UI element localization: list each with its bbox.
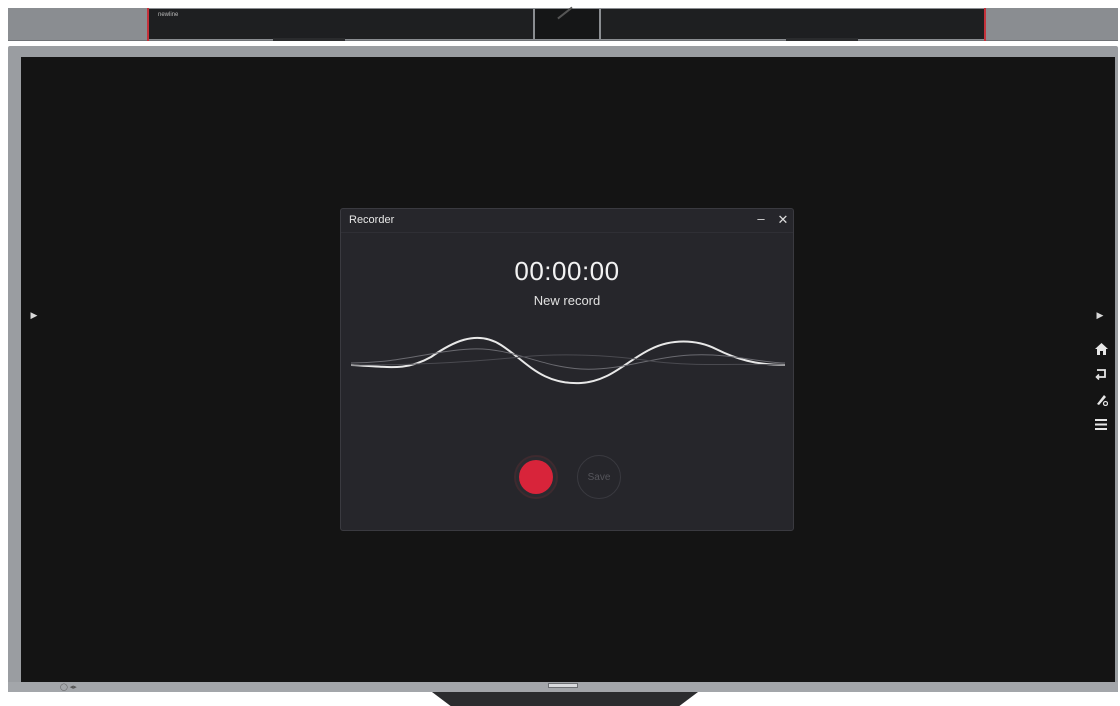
recorder-window: Recorder – ✕ 00:00:00 New record Save [340,208,794,531]
speaker-grille-right [601,9,986,39]
right-sidebar-toggle-icon[interactable]: ▶ [1095,309,1105,321]
title-divider [341,232,793,233]
volume-icon: ◂▸ [69,684,77,691]
annotate-icon[interactable] [1093,391,1109,407]
back-icon[interactable] [1093,366,1109,382]
record-button[interactable] [514,455,558,499]
left-sidebar-toggle-icon[interactable]: ▶ [29,309,39,321]
front-panel-buttons: ◯ ◂▸ [60,683,77,691]
device-brand: newline [158,12,179,18]
menu-icon[interactable] [1093,416,1109,432]
close-button[interactable]: ✕ [775,211,791,229]
home-icon[interactable] [1093,341,1109,357]
camera-module [535,9,599,39]
indicator-right [984,8,986,41]
window-title: Recorder [349,214,395,226]
mount-notch-right [786,38,858,41]
record-icon [519,460,553,494]
speaker-grille-left [148,9,533,39]
front-logo [548,683,578,688]
minimize-button[interactable]: – [753,210,769,228]
mount-notch-left [273,38,345,41]
elapsed-timer: 00:00:00 [514,256,620,286]
waveform-visualization [351,336,785,385]
indicator-left [147,8,149,41]
save-button[interactable]: Save [577,455,621,499]
display-stand [432,692,698,706]
recording-status: New record [533,293,601,308]
side-toolbar [1092,341,1110,432]
power-icon: ◯ [60,684,68,691]
